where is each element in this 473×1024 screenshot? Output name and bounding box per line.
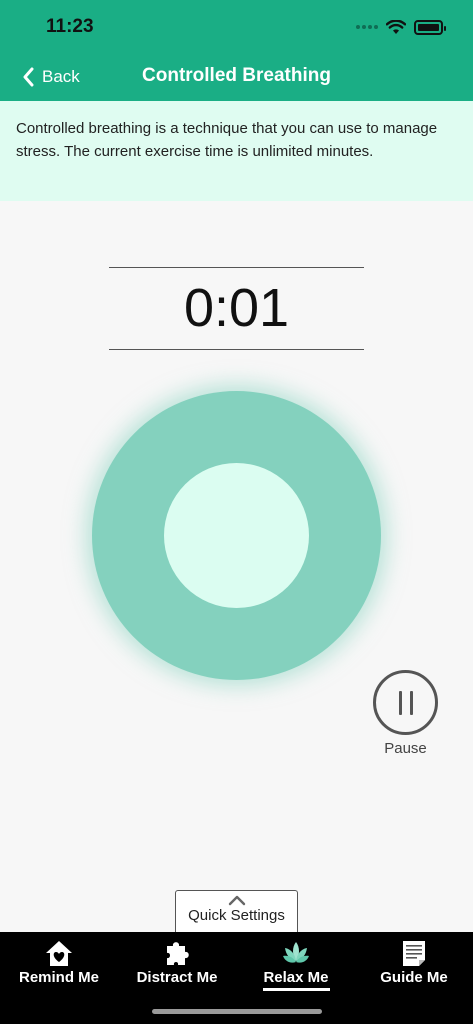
timer-bottom-divider xyxy=(109,349,364,350)
home-heart-icon xyxy=(46,941,72,966)
tab-label: Distract Me xyxy=(136,969,218,986)
cellular-signal-icon xyxy=(356,25,378,29)
tab-guide-me[interactable]: Guide Me xyxy=(355,932,473,1002)
breathing-inner-circle xyxy=(164,463,309,608)
quick-settings-label: Quick Settings xyxy=(188,907,285,924)
page-title: Controlled Breathing xyxy=(142,65,331,86)
info-text: Controlled breathing is a technique that… xyxy=(16,120,438,160)
timer-top-divider xyxy=(109,267,364,268)
info-banner: Controlled breathing is a technique that… xyxy=(0,101,473,201)
pause-label: Pause xyxy=(384,740,427,757)
chevron-up-icon xyxy=(228,895,245,906)
status-icons xyxy=(356,17,446,37)
wifi-icon xyxy=(386,19,406,34)
tab-label: Remind Me xyxy=(18,969,99,986)
tab-relax-me[interactable]: Relax Me xyxy=(237,932,355,1002)
puzzle-icon xyxy=(167,942,189,965)
pause-icon xyxy=(398,690,402,715)
pause-button[interactable] xyxy=(373,670,438,735)
tab-bar: Remind Me Distract Me Relax Me Guide Me xyxy=(0,932,473,1024)
elapsed-timer: 0:01 xyxy=(183,278,290,338)
quick-settings-button[interactable]: Quick Settings xyxy=(175,890,298,934)
tab-distract-me[interactable]: Distract Me xyxy=(118,932,236,1002)
status-time: 11:23 xyxy=(46,16,94,37)
tab-label: Guide Me xyxy=(380,969,448,986)
lotus-icon xyxy=(283,942,309,963)
battery-icon xyxy=(414,19,446,35)
tab-label: Relax Me xyxy=(263,969,329,986)
document-icon xyxy=(403,941,425,966)
header-bar: 11:23 Back Controlled Breathing xyxy=(0,0,473,101)
tab-remind-me[interactable]: Remind Me xyxy=(0,932,118,1002)
selected-tab-indicator xyxy=(263,988,330,991)
home-indicator xyxy=(152,1009,322,1014)
